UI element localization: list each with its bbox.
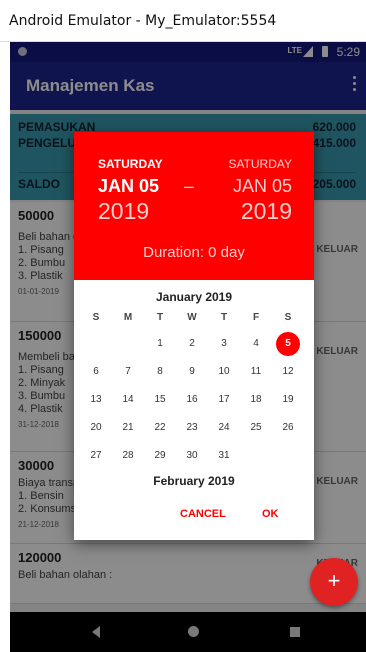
calendar-day[interactable]: 7 <box>116 360 140 384</box>
emulator-title-bar: Android Emulator - My_Emulator:5554 <box>0 0 366 42</box>
phone-screen: LTE 5:29 Manajemen Kas PEMASUKAN 620.000… <box>10 42 366 652</box>
calendar-day[interactable]: 19 <box>276 388 300 412</box>
calendar-day[interactable]: 22 <box>148 416 172 440</box>
weekday-label: S <box>92 312 100 323</box>
selected-day[interactable]: 5 <box>276 332 300 356</box>
calendar-day[interactable]: 29 <box>148 444 172 468</box>
calendar-day[interactable]: 4 <box>244 332 268 356</box>
calendar-day[interactable]: 18 <box>244 388 268 412</box>
calendar-day[interactable]: 17 <box>212 388 236 412</box>
weekday-label: S <box>284 312 292 323</box>
calendar-day[interactable]: 9 <box>180 360 204 384</box>
date-range-picker-dialog: SATURDAY SATURDAY JAN 05 – JAN 05 2019 2… <box>74 132 314 540</box>
weekday-label: T <box>220 312 228 323</box>
start-weekday[interactable]: SATURDAY <box>98 157 163 171</box>
calendar-day[interactable]: 24 <box>212 416 236 440</box>
end-year[interactable]: 2019 <box>241 198 292 225</box>
calendar-day[interactable]: 13 <box>84 388 108 412</box>
weekday-label: M <box>123 312 133 323</box>
calendar-day[interactable]: 23 <box>180 416 204 440</box>
calendar-day[interactable]: 26 <box>276 416 300 440</box>
calendar-day[interactable]: 6 <box>84 360 108 384</box>
calendar-day[interactable]: 25 <box>244 416 268 440</box>
duration-label: Duration: 0 day <box>143 244 245 261</box>
weekday-label: F <box>252 312 260 323</box>
next-month-title: February 2019 <box>153 474 235 488</box>
start-year[interactable]: 2019 <box>98 198 149 225</box>
calendar-day[interactable]: 3 <box>212 332 236 356</box>
month-title: January 2019 <box>155 290 233 304</box>
calendar-day[interactable]: 8 <box>148 360 172 384</box>
calendar-day[interactable]: 2 <box>180 332 204 356</box>
calendar-day[interactable]: 27 <box>84 444 108 468</box>
calendar-day[interactable]: 28 <box>116 444 140 468</box>
add-transaction-button[interactable]: + <box>310 558 358 606</box>
emulator-title: Android Emulator - My_Emulator:5554 <box>9 13 277 29</box>
weekday-label: T <box>156 312 164 323</box>
calendar-day[interactable]: 15 <box>148 388 172 412</box>
calendar-day[interactable]: 31 <box>212 444 236 468</box>
calendar-day[interactable]: 1 <box>148 332 172 356</box>
date-range-header: SATURDAY SATURDAY JAN 05 – JAN 05 2019 2… <box>74 132 314 280</box>
calendar-day[interactable]: 16 <box>180 388 204 412</box>
cancel-button[interactable]: CANCEL <box>180 508 226 520</box>
end-date[interactable]: JAN 05 <box>233 176 292 197</box>
calendar-day[interactable]: 10 <box>212 360 236 384</box>
range-separator: – <box>184 176 195 196</box>
calendar-day[interactable]: 12 <box>276 360 300 384</box>
calendar-day[interactable]: 11 <box>244 360 268 384</box>
calendar-day[interactable]: 21 <box>116 416 140 440</box>
calendar-day[interactable]: 30 <box>180 444 204 468</box>
calendar-day[interactable]: 14 <box>116 388 140 412</box>
start-date[interactable]: JAN 05 <box>98 176 159 197</box>
weekday-label: W <box>187 312 197 323</box>
plus-icon: + <box>327 568 341 593</box>
calendar-day[interactable]: 20 <box>84 416 108 440</box>
ok-button[interactable]: OK <box>262 508 279 520</box>
end-weekday[interactable]: SATURDAY <box>228 157 292 171</box>
